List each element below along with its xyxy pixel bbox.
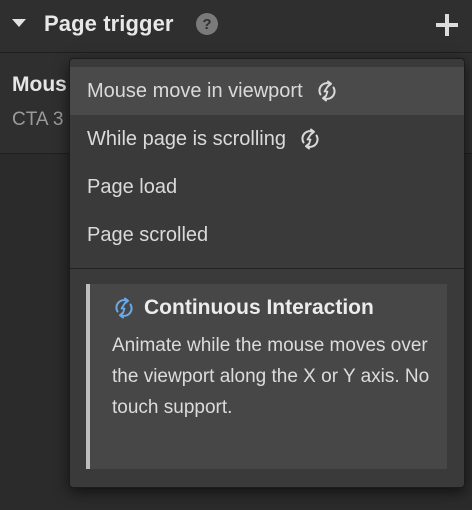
trigger-name: Mous xyxy=(12,73,67,96)
continuous-interaction-icon xyxy=(318,80,336,102)
menu-item-label: Page load xyxy=(87,175,178,198)
menu-item-label: Mouse move in viewport xyxy=(87,79,303,102)
trigger-target: CTA 3 xyxy=(12,109,64,130)
plus-icon[interactable] xyxy=(436,14,458,36)
continuous-interaction-icon xyxy=(301,128,319,150)
info-description: Animate while the mouse moves over the v… xyxy=(112,335,430,418)
info-title-row: Continuous Interaction xyxy=(112,296,431,320)
panel-title: Page trigger xyxy=(44,11,174,36)
trigger-type-dropdown: Mouse move in viewport While page is scr… xyxy=(69,58,465,488)
interactions-panel: Page trigger ? Mous CTA 3 Mouse move in … xyxy=(0,0,472,510)
help-icon[interactable]: ? xyxy=(196,13,218,35)
continuous-interaction-icon xyxy=(115,297,133,319)
info-title: Continuous Interaction xyxy=(144,296,374,319)
menu-divider xyxy=(70,268,464,269)
caret-down-icon[interactable] xyxy=(12,19,26,27)
continuous-interaction-info: Continuous Interaction Animate while the… xyxy=(86,284,447,469)
menu-item-mouse-move-in-viewport[interactable]: Mouse move in viewport xyxy=(70,67,464,115)
menu-item-label: Page scrolled xyxy=(87,223,209,246)
page-trigger-header: Page trigger ? xyxy=(0,0,472,53)
menu-item-page-scrolled[interactable]: Page scrolled xyxy=(70,211,464,259)
menu-item-page-load[interactable]: Page load xyxy=(70,163,464,211)
menu-item-while-page-is-scrolling[interactable]: While page is scrolling xyxy=(70,115,464,163)
menu-item-label: While page is scrolling xyxy=(87,127,286,150)
